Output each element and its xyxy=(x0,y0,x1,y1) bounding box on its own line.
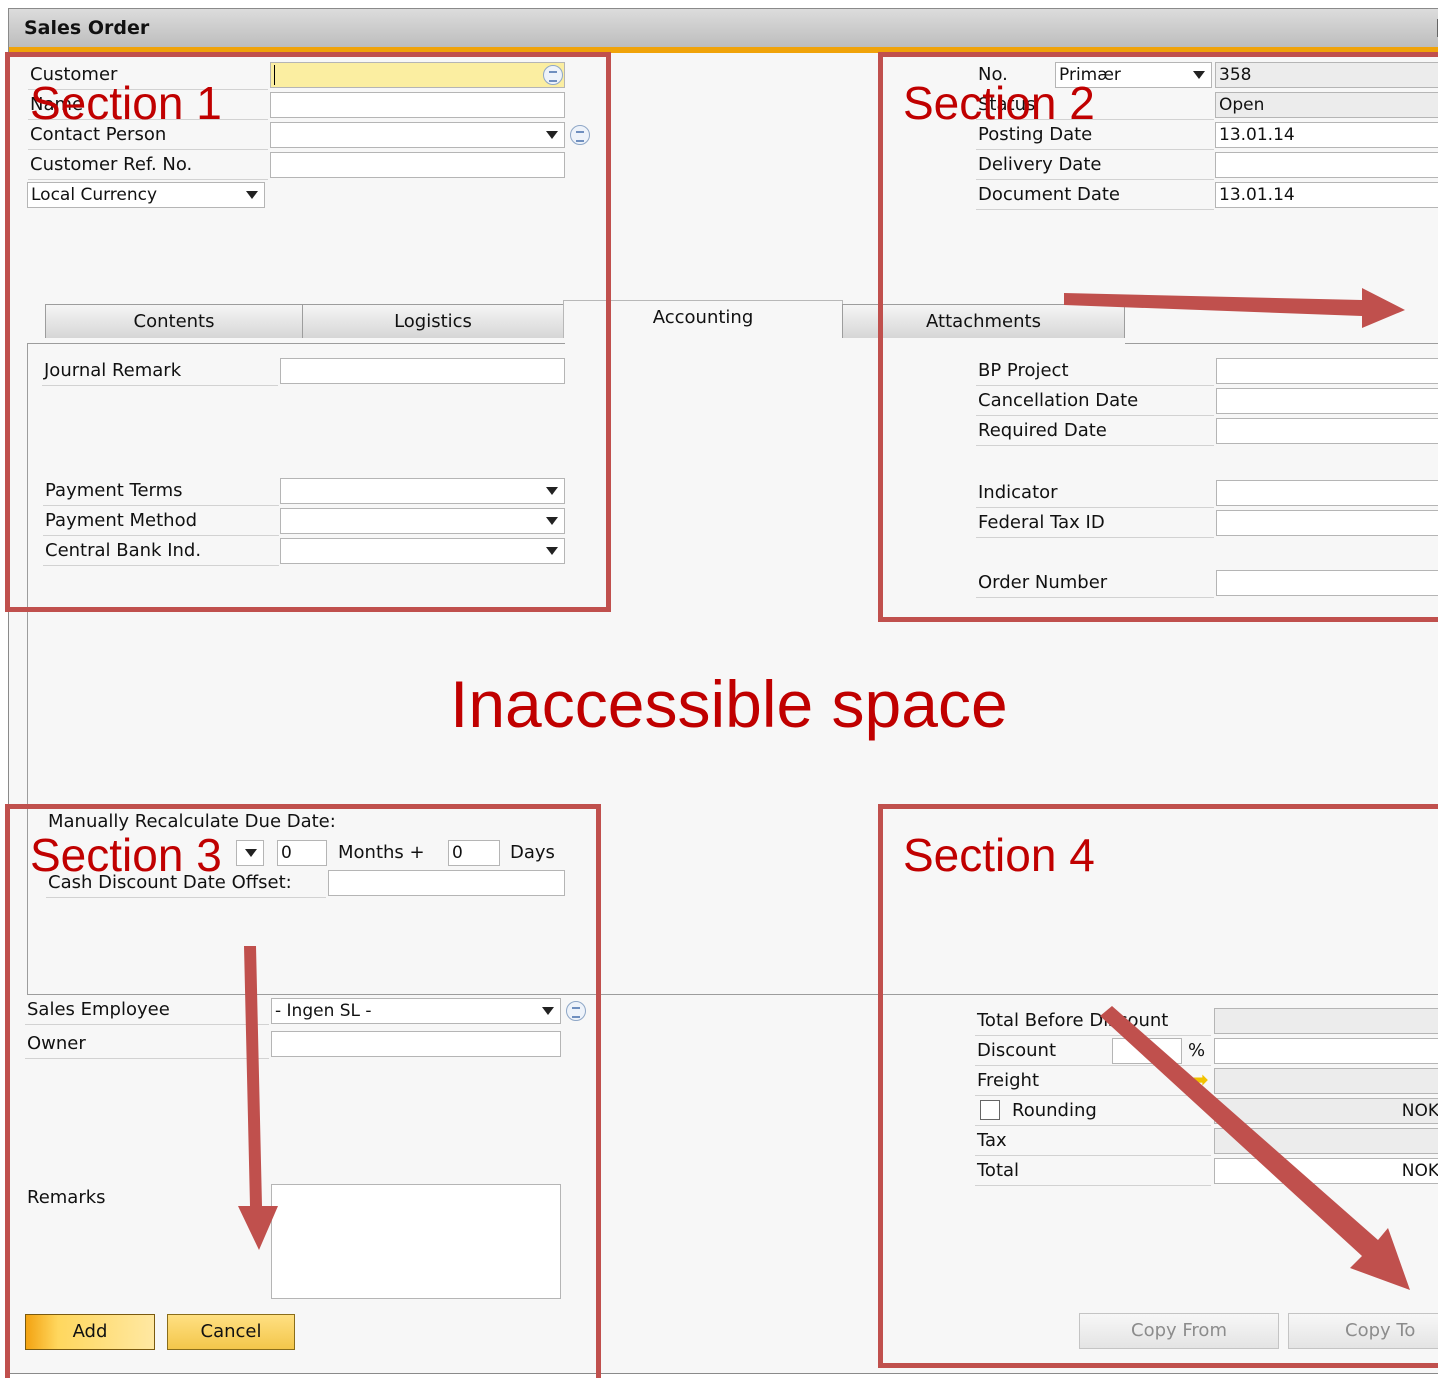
arrow-right-annotation xyxy=(1064,288,1405,328)
annotation-arrows xyxy=(238,288,1410,1290)
arrow-down-annotation xyxy=(238,946,278,1250)
arrow-diagonal-annotation xyxy=(1100,1006,1410,1290)
